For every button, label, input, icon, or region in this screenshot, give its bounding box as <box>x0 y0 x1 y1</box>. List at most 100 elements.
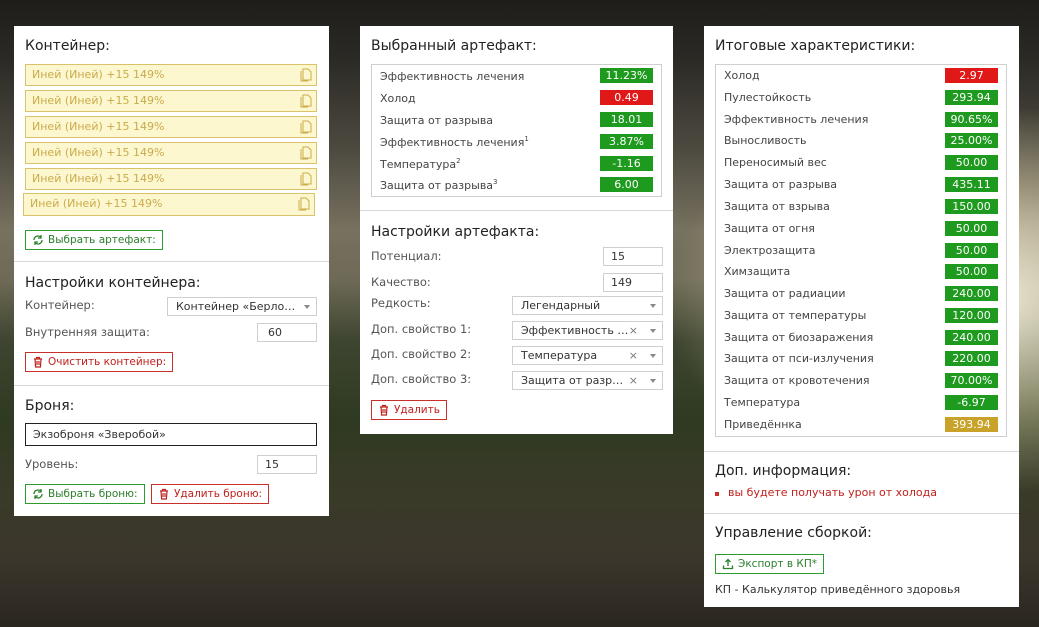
export-button[interactable]: Экспорт в КП* <box>715 554 824 574</box>
potential-input[interactable]: 15 <box>603 247 663 266</box>
slot-label: Иней (Иней) +15 149% <box>32 68 165 81</box>
totals-panel: Итоговые характеристики: Холод 2.97 Пулес… <box>704 26 1019 607</box>
container-slot-1[interactable]: Иней (Иней) +15 149% <box>25 64 317 86</box>
chevron-down-icon <box>304 305 310 309</box>
container-title: Контейнер: <box>25 38 110 54</box>
copy-icon[interactable] <box>300 120 312 134</box>
prop2-select[interactable]: Температура × <box>512 346 663 365</box>
stat-value: 50.00 <box>945 221 998 236</box>
clear-icon[interactable]: × <box>629 372 638 389</box>
inner-protection-input[interactable]: 60 <box>257 323 317 342</box>
cold-damage-warning: вы будете получать урон от холода <box>728 486 937 499</box>
stat-name: Приведённка <box>724 418 802 431</box>
rarity-value: Легендарный <box>521 299 601 312</box>
container-slot-6[interactable]: Иней (Иней) +15 149% <box>23 193 315 216</box>
total-stat-row: Выносливость 25.00% <box>716 131 1006 153</box>
inner-protection-label: Внутренняя защита: <box>25 325 150 339</box>
container-settings-title: Настройки контейнера: <box>25 275 201 291</box>
copy-icon[interactable] <box>300 68 312 82</box>
total-stat-row: Пулестойкость 293.94 <box>716 88 1006 110</box>
stat-name: Температура <box>724 396 801 409</box>
artifact-stat-row: Защита от разрыва 18.01 <box>372 110 661 132</box>
stat-value: 11.23% <box>600 68 653 83</box>
artifact-stat-row: Температура2 -1.16 <box>372 154 661 176</box>
stat-name: Холод <box>724 69 760 82</box>
stat-name: Защита от пси-излучения <box>724 352 874 365</box>
prop3-select[interactable]: Защита от разрыва × <box>512 371 663 390</box>
quality-input[interactable]: 149 <box>603 273 663 292</box>
refresh-icon <box>33 235 43 245</box>
artifact-stat-row: Холод 0.49 <box>372 88 661 110</box>
stat-value: 50.00 <box>945 243 998 258</box>
total-stat-row: Защита от огня 50.00 <box>716 219 1006 241</box>
copy-icon[interactable] <box>298 197 310 211</box>
clear-icon[interactable]: × <box>629 322 638 339</box>
delete-artifact-label: Удалить <box>394 404 440 416</box>
stat-name: Эффективность лечения1 <box>380 135 529 149</box>
stat-value: -6.97 <box>945 395 998 410</box>
stat-value: 435.11 <box>945 177 998 192</box>
slot-label: Иней (Иней) +15 149% <box>32 172 165 185</box>
stat-value: 90.65% <box>945 112 998 127</box>
totals-title: Итоговые характеристики: <box>715 38 916 54</box>
container-panel: Контейнер: Иней (Иней) +15 149% Иней (Ин… <box>14 26 329 516</box>
container-slot-5[interactable]: Иней (Иней) +15 149% <box>25 168 317 190</box>
stat-value: 150.00 <box>945 199 998 214</box>
footnote: КП - Калькулятор приведённого здоровья <box>715 583 961 596</box>
clear-icon[interactable]: × <box>629 347 638 364</box>
stat-name: Защита от огня <box>724 222 815 235</box>
artifact-stats-box: Эффективность лечения 11.23% Холод 0.49 … <box>371 64 662 197</box>
total-stat-row: Переносимый вес 50.00 <box>716 153 1006 175</box>
clear-container-button[interactable]: Очистить контейнер: <box>25 352 174 372</box>
prop1-select[interactable]: Эффективность ле… × <box>512 321 663 340</box>
delete-artifact-button[interactable]: Удалить <box>371 400 447 420</box>
total-stat-row: Защита от температуры 120.00 <box>716 306 1006 328</box>
stat-name: Защита от разрыва <box>380 114 494 127</box>
armor-field[interactable]: Экзоброня «Зверобой» <box>25 423 317 446</box>
stat-name: Защита от разрыва3 <box>380 178 498 192</box>
divider <box>14 261 329 262</box>
trash-icon <box>380 404 388 416</box>
select-armor-button[interactable]: Выбрать броню: <box>25 484 145 504</box>
stat-name: Защита от разрыва <box>724 178 838 191</box>
rarity-label: Редкость: <box>371 296 431 310</box>
prop2-label: Доп. свойство 2: <box>371 347 472 361</box>
container-slot-3[interactable]: Иней (Иней) +15 149% <box>25 116 317 138</box>
stat-value: 0.49 <box>600 90 653 105</box>
divider <box>14 385 329 386</box>
copy-icon[interactable] <box>300 94 312 108</box>
total-stat-row: Защита от биозаражения 240.00 <box>716 328 1006 350</box>
quality-label: Качество: <box>371 275 431 289</box>
prop1-label: Доп. свойство 1: <box>371 322 472 336</box>
stat-name: Выносливость <box>724 134 807 147</box>
delete-armor-label: Удалить броню: <box>174 488 263 500</box>
delete-armor-button[interactable]: Удалить броню: <box>151 484 270 504</box>
stat-value: 220.00 <box>945 351 998 366</box>
rarity-select[interactable]: Легендарный <box>512 296 663 315</box>
copy-icon[interactable] <box>300 146 312 160</box>
stat-value: 50.00 <box>945 155 998 170</box>
total-stat-row: Холод 2.97 <box>716 66 1006 88</box>
container-select[interactable]: Контейнер «Берлога… <box>167 297 317 316</box>
select-artifact-label: Выбрать артефакт: <box>48 234 156 246</box>
total-stat-row: Эффективность лечения 90.65% <box>716 110 1006 132</box>
prop1-value: Эффективность ле… <box>521 324 631 337</box>
stat-value: 293.94 <box>945 90 998 105</box>
stat-value: 70.00% <box>945 373 998 388</box>
stat-value: 25.00% <box>945 133 998 148</box>
stat-value: 120.00 <box>945 308 998 323</box>
stat-name: Температура2 <box>380 157 461 171</box>
total-stat-row: Защита от взрыва 150.00 <box>716 197 1006 219</box>
level-input[interactable]: 15 <box>257 455 317 474</box>
prop2-value: Температура <box>521 349 598 362</box>
stat-value: 3.87% <box>600 134 653 149</box>
container-slot-4[interactable]: Иней (Иней) +15 149% <box>25 142 317 164</box>
select-artifact-button[interactable]: Выбрать артефакт: <box>25 230 163 250</box>
chevron-down-icon <box>650 329 656 333</box>
container-slot-2[interactable]: Иней (Иней) +15 149% <box>25 90 317 112</box>
stat-name: Холод <box>380 92 416 105</box>
copy-icon[interactable] <box>300 172 312 186</box>
trash-icon <box>160 488 168 500</box>
total-stat-row: Химзащита 50.00 <box>716 262 1006 284</box>
refresh-icon <box>33 489 43 499</box>
